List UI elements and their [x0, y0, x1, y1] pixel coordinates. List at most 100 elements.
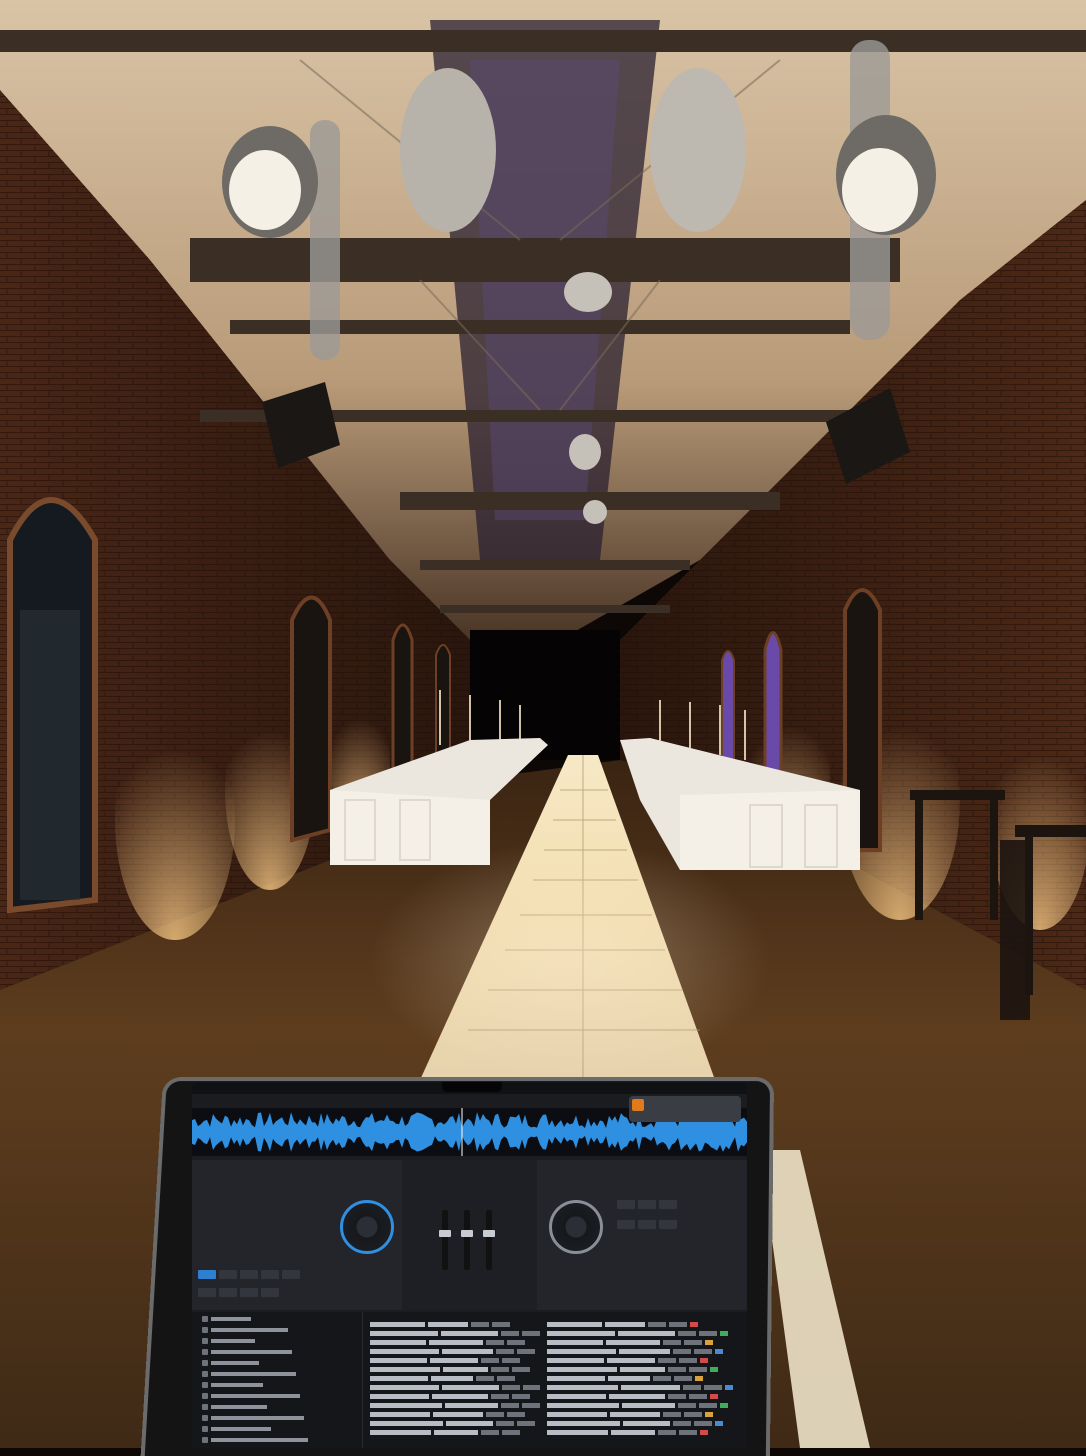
- crate-label-bar: [211, 1394, 300, 1398]
- track-row[interactable]: [547, 1403, 742, 1410]
- track-row[interactable]: [370, 1412, 540, 1419]
- crate-item[interactable]: [202, 1381, 362, 1389]
- pad-button[interactable]: [198, 1270, 216, 1279]
- glass-display: [20, 610, 80, 900]
- crate-item[interactable]: [202, 1326, 362, 1334]
- crate-item[interactable]: [202, 1370, 362, 1378]
- camera-notch: [442, 1082, 502, 1092]
- crate-item[interactable]: [202, 1359, 362, 1367]
- track-row[interactable]: [370, 1331, 540, 1338]
- track-row[interactable]: [370, 1349, 540, 1356]
- crate-item[interactable]: [202, 1392, 362, 1400]
- track-cell-bar: [434, 1430, 478, 1435]
- pad-button[interactable]: [261, 1288, 279, 1297]
- pad-button[interactable]: [198, 1288, 216, 1297]
- track-row[interactable]: [547, 1358, 742, 1365]
- track-cell-bar: [370, 1322, 425, 1327]
- crate-label-bar: [211, 1317, 251, 1321]
- crate-label-bar: [211, 1383, 263, 1387]
- deck-button[interactable]: [659, 1200, 677, 1209]
- track-cell-bar: [547, 1403, 619, 1408]
- notification-banner[interactable]: [629, 1096, 741, 1122]
- pad-row-a: [198, 1270, 300, 1279]
- track-cell-bar: [370, 1331, 438, 1336]
- deck-button[interactable]: [638, 1200, 656, 1209]
- deck-button[interactable]: [638, 1220, 656, 1229]
- laptop: [140, 1074, 775, 1456]
- crate-item[interactable]: [202, 1425, 362, 1433]
- folder-icon: [202, 1371, 208, 1377]
- track-row[interactable]: [370, 1394, 540, 1401]
- track-cell-bar: [668, 1394, 686, 1399]
- pad-button[interactable]: [219, 1288, 237, 1297]
- crate-item[interactable]: [202, 1315, 362, 1323]
- track-row[interactable]: [547, 1322, 742, 1329]
- track-cell-bar: [669, 1322, 687, 1327]
- crate-label-bar: [211, 1405, 267, 1409]
- channel-fader-b[interactable]: [461, 1210, 473, 1270]
- crate-item[interactable]: [202, 1436, 362, 1444]
- crate-item[interactable]: [202, 1348, 362, 1356]
- track-cell-bar: [547, 1430, 608, 1435]
- track-row[interactable]: [547, 1349, 742, 1356]
- track-cell-bar: [694, 1349, 712, 1354]
- track-cell-bar: [517, 1349, 535, 1354]
- deck-button[interactable]: [617, 1200, 635, 1209]
- pad-button[interactable]: [261, 1270, 279, 1279]
- track-row[interactable]: [547, 1421, 742, 1428]
- deck-button[interactable]: [617, 1220, 635, 1229]
- track-row[interactable]: [547, 1385, 742, 1392]
- deck-button[interactable]: [659, 1220, 677, 1229]
- track-cell-bar: [370, 1385, 439, 1390]
- track-cell-bar: [610, 1412, 660, 1417]
- track-row[interactable]: [370, 1403, 540, 1410]
- track-row[interactable]: [547, 1367, 742, 1374]
- track-cell-bar: [502, 1385, 520, 1390]
- track-cell-bar: [370, 1340, 426, 1345]
- track-row[interactable]: [370, 1322, 540, 1329]
- track-cell-bar: [658, 1430, 676, 1435]
- track-row[interactable]: [370, 1358, 540, 1365]
- track-row[interactable]: [370, 1430, 540, 1437]
- track-row[interactable]: [547, 1331, 742, 1338]
- deck-a: [192, 1160, 402, 1310]
- crate-label-bar: [211, 1328, 288, 1332]
- app-icon: [632, 1099, 644, 1111]
- track-cell-bar: [668, 1367, 686, 1372]
- crate-item[interactable]: [202, 1337, 362, 1345]
- track-cell-bar: [608, 1376, 650, 1381]
- track-row[interactable]: [370, 1376, 540, 1383]
- channel-fader-c[interactable]: [483, 1210, 495, 1270]
- track-row[interactable]: [547, 1412, 742, 1419]
- track-cell-bar: [678, 1331, 696, 1336]
- jog-wheel-b[interactable]: [549, 1200, 603, 1254]
- folder-icon: [202, 1437, 208, 1443]
- track-row[interactable]: [370, 1367, 540, 1374]
- crate-item[interactable]: [202, 1414, 362, 1422]
- track-row[interactable]: [547, 1340, 742, 1347]
- track-cell-bar: [507, 1412, 525, 1417]
- key-color-tag: [695, 1376, 703, 1381]
- track-cell-bar: [653, 1376, 671, 1381]
- track-cell-bar: [679, 1430, 697, 1435]
- track-cell-bar: [502, 1430, 520, 1435]
- pad-button[interactable]: [282, 1270, 300, 1279]
- pad-button[interactable]: [219, 1270, 237, 1279]
- track-cell-bar: [619, 1349, 670, 1354]
- track-cell-bar: [443, 1367, 488, 1372]
- track-row[interactable]: [370, 1421, 540, 1428]
- track-row[interactable]: [547, 1430, 742, 1437]
- track-row[interactable]: [547, 1394, 742, 1401]
- track-row[interactable]: [370, 1340, 540, 1347]
- dj-software-screen: [192, 1082, 747, 1448]
- track-cell-bar: [476, 1376, 494, 1381]
- crate-item[interactable]: [202, 1403, 362, 1411]
- track-cell-bar: [522, 1403, 540, 1408]
- channel-fader-a[interactable]: [439, 1210, 451, 1270]
- jog-wheel-a[interactable]: [340, 1200, 394, 1254]
- track-row[interactable]: [547, 1376, 742, 1383]
- pad-button[interactable]: [240, 1288, 258, 1297]
- pad-button[interactable]: [240, 1270, 258, 1279]
- track-row[interactable]: [370, 1385, 540, 1392]
- key-color-tag: [690, 1322, 698, 1327]
